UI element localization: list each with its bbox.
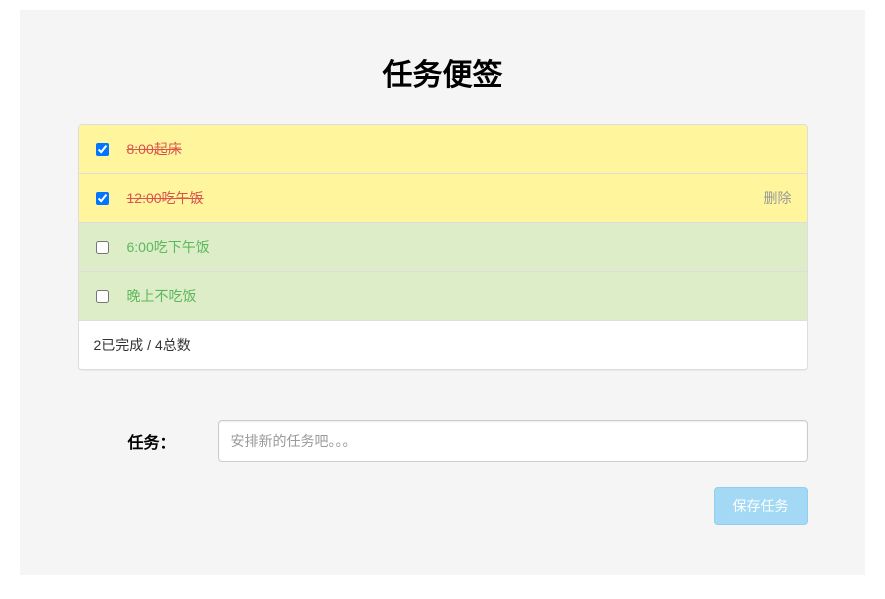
task-checkbox[interactable] [96,241,109,254]
task-checkbox[interactable] [96,192,109,205]
task-row: 晚上不吃饭 [79,272,807,321]
task-input-label: 任务： [78,429,218,453]
task-text: 8:00起床 [127,139,792,159]
task-text: 晚上不吃饭 [127,286,792,306]
task-row: 12:00吃午饭删除 [79,174,807,223]
task-input[interactable] [218,420,808,462]
task-form: 任务： [78,420,808,462]
task-row: 8:00起床 [79,125,807,174]
summary-row: 2已完成 / 4总数 [79,321,807,369]
app-container: 任务便签 8:00起床 12:00吃午饭删除 6:00吃下午饭晚上不吃饭 2已完成 … [20,10,865,575]
save-button[interactable]: 保存任务 [714,487,808,525]
task-checkbox[interactable] [96,143,109,156]
summary-text: 2已完成 / 4总数 [94,337,191,353]
task-row: 6:00吃下午饭 [79,223,807,272]
task-text: 12:00吃午饭 [127,188,764,208]
task-list: 8:00起床 12:00吃午饭删除 6:00吃下午饭晚上不吃饭 2已完成 / 4总数 [78,124,808,370]
task-checkbox[interactable] [96,290,109,303]
task-text: 6:00吃下午饭 [127,237,792,257]
delete-button[interactable]: 删除 [764,188,792,208]
page-title: 任务便签 [20,50,865,94]
button-row: 保存任务 [78,487,808,525]
